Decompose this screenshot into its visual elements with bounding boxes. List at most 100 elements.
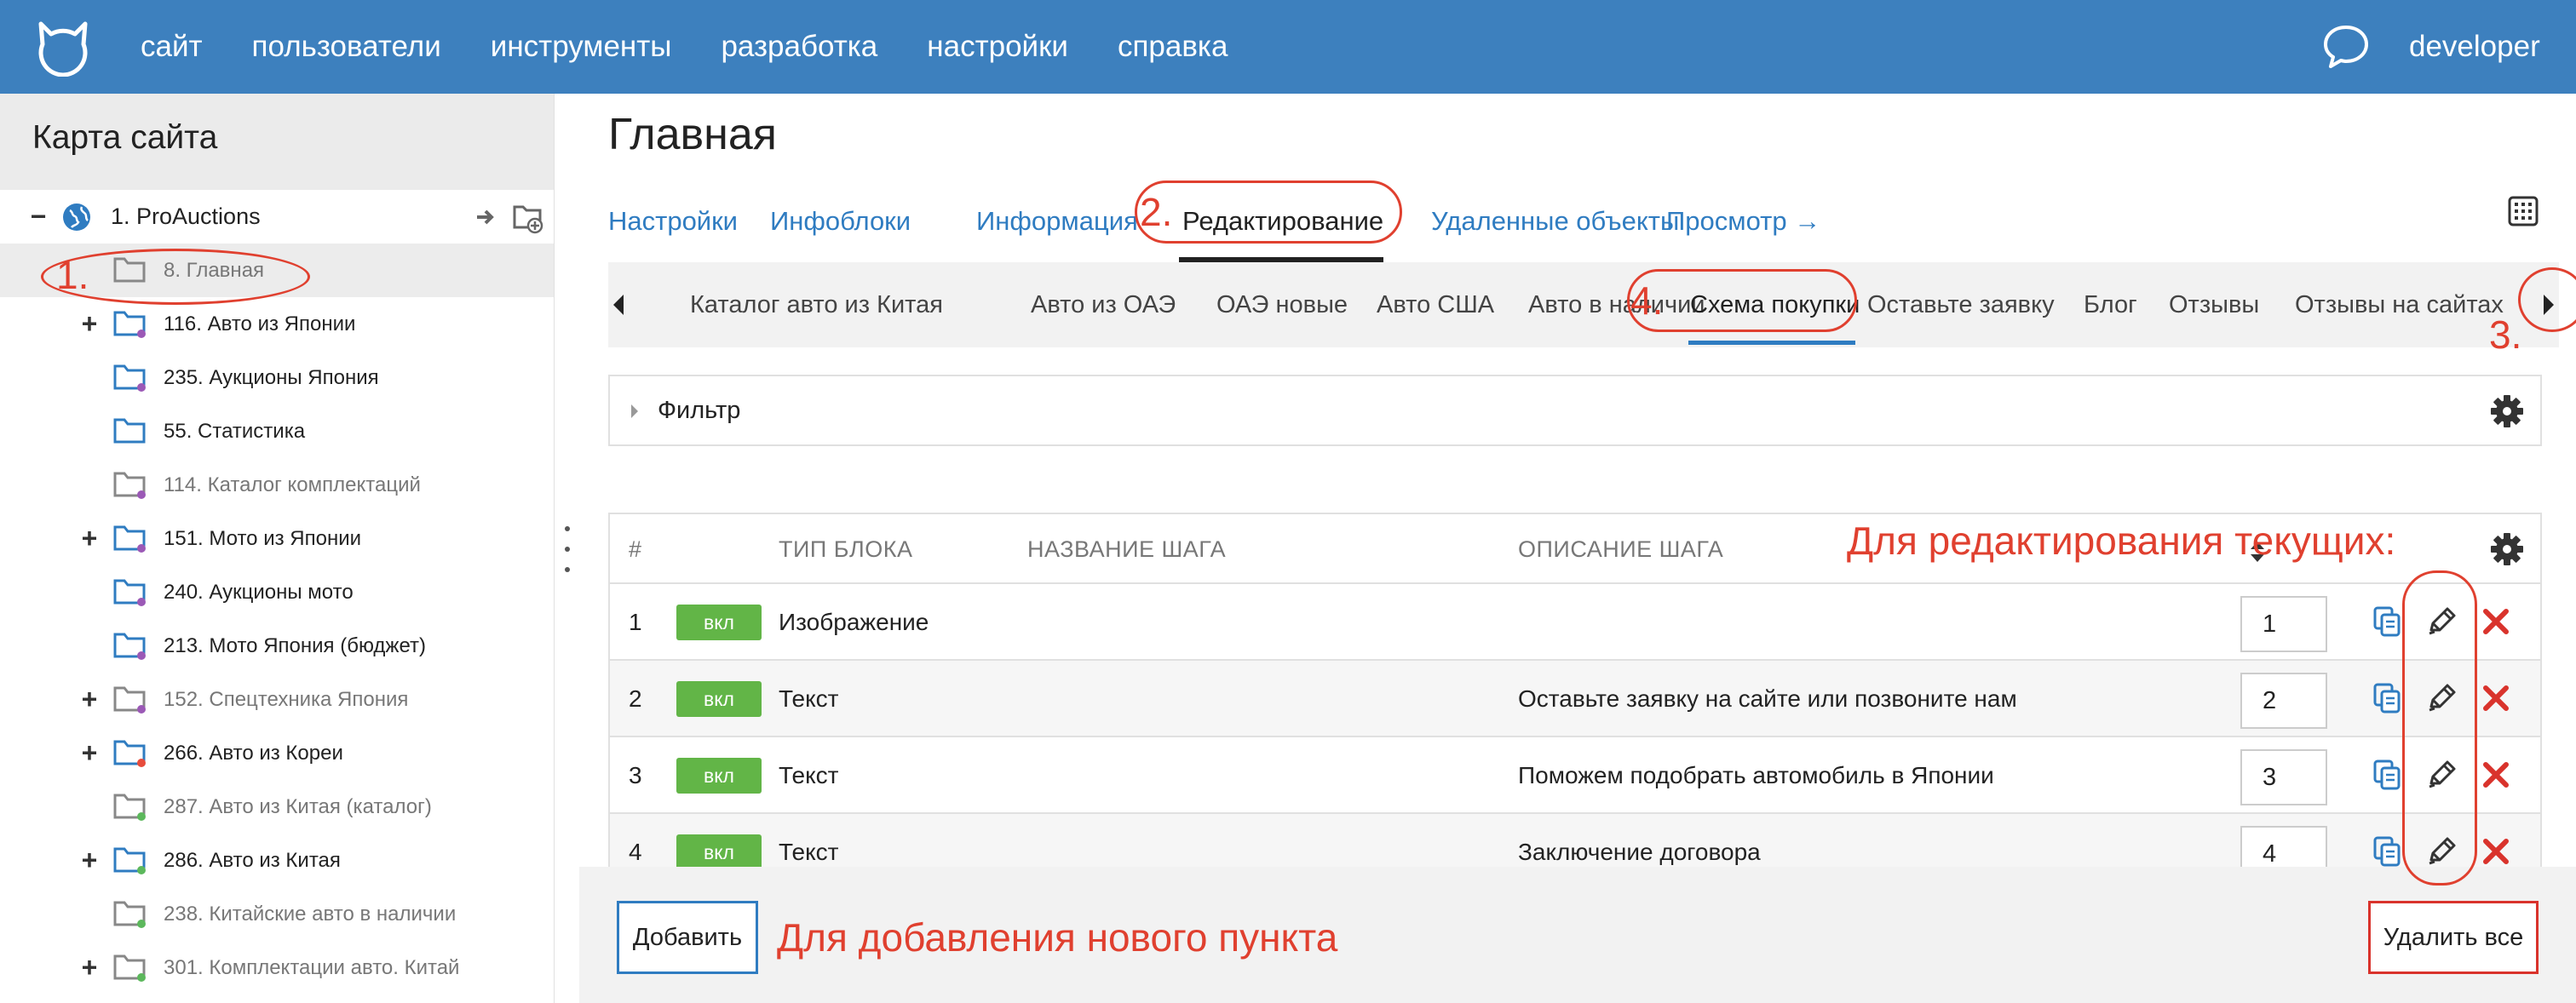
tab-deleted-objects[interactable]: Удаленные объекты [1431, 179, 1679, 264]
copy-icon[interactable] [2370, 605, 2404, 639]
folder-icon [113, 847, 146, 874]
tree-item[interactable]: 55. Статистика [0, 404, 554, 458]
sidebar-title: Карта сайта [32, 119, 218, 156]
filter-panel[interactable]: Фильтр [608, 375, 2542, 446]
logo-icon[interactable] [32, 15, 94, 77]
nav-development[interactable]: разработка [721, 30, 877, 64]
block-type: Текст [779, 762, 839, 788]
nav-site[interactable]: сайт [141, 30, 203, 64]
block-type: Изображение [779, 609, 929, 635]
tree-root[interactable]: − 1. ProAuctions [0, 190, 554, 244]
tree-item[interactable]: +286. Авто из Китая [0, 834, 554, 887]
enabled-badge[interactable]: вкл [676, 605, 762, 640]
status-dot [137, 651, 146, 660]
expand-toggle[interactable]: + [77, 834, 102, 887]
filter-label[interactable]: Фильтр [658, 376, 740, 444]
expand-toggle[interactable]: + [77, 297, 102, 351]
nav-help[interactable]: справка [1118, 30, 1228, 64]
copy-icon[interactable] [2370, 681, 2404, 715]
step-description: Поможем подобрать автомобиль в Японии [1518, 762, 1994, 788]
expand-toggle[interactable]: + [77, 512, 102, 565]
caret-right-icon[interactable] [629, 402, 641, 421]
subtab-uae[interactable]: Авто из ОАЭ [1031, 262, 1176, 347]
table-row: 2 вкл Текст Оставьте заявку на сайте или по… [610, 661, 2540, 737]
drag-handle-icon[interactable] [565, 524, 570, 575]
enabled-badge[interactable]: вкл [676, 758, 762, 794]
tree-item[interactable]: 114. Каталог комплектаций [0, 458, 554, 512]
tree-item-label: 286. Авто из Китая [164, 849, 341, 872]
folder-icon [113, 901, 146, 928]
collapse-toggle[interactable]: − [26, 190, 51, 244]
subtab-blog[interactable]: Блог [2084, 262, 2137, 347]
subtab-reviews[interactable]: Отзывы [2169, 262, 2259, 347]
subtab-uae-new[interactable]: ОАЭ новые [1216, 262, 1348, 347]
folder-icon [113, 472, 146, 499]
delete-all-button[interactable]: Удалить все [2368, 901, 2539, 974]
step-description: Оставьте заявку на сайте или позвоните н… [1518, 685, 2017, 712]
page-title: Главная [608, 110, 777, 159]
nav-tools[interactable]: инструменты [491, 30, 672, 64]
status-dot [137, 812, 146, 821]
subtab-site-reviews[interactable]: Отзывы на сайтах [2295, 262, 2504, 347]
row-number: 2 [629, 685, 642, 712]
tree-item[interactable]: 287. Авто из Китая (каталог) [0, 780, 554, 834]
subtab-leave-request[interactable]: Оставьте заявку [1867, 262, 2055, 347]
tree-item[interactable]: 213. Мото Япония (бюджет) [0, 619, 554, 673]
order-input[interactable]: 3 [2240, 749, 2327, 805]
row-number: 3 [629, 762, 642, 788]
subtab-china-catalog[interactable]: Каталог авто из Китая [690, 262, 943, 347]
tree-item[interactable]: 235. Аукционы Япония [0, 351, 554, 404]
folder-icon [113, 794, 146, 821]
expand-toggle[interactable]: + [77, 726, 102, 780]
tree-item[interactable]: +266. Авто из Кореи [0, 726, 554, 780]
subtab-usa[interactable]: Авто США [1377, 262, 1494, 347]
delete-x-icon[interactable] [2479, 758, 2513, 792]
add-button[interactable]: Добавить [617, 901, 758, 974]
sitemap-tree: − 1. ProAuctions 8. Главная +116. Авто из… [0, 190, 554, 994]
globe-icon [63, 203, 90, 231]
tree-item[interactable]: +301. Комплектации авто. Китай [0, 941, 554, 994]
active-subtab-indicator [1688, 341, 1855, 345]
tab-information[interactable]: Информация [976, 179, 1138, 264]
order-input[interactable]: 1 [2240, 596, 2327, 652]
tree-item-label: 114. Каталог комплектаций [164, 473, 421, 496]
delete-x-icon[interactable] [2479, 681, 2513, 715]
gear-icon[interactable] [2489, 393, 2525, 429]
tree-item[interactable]: 240. Аукционы мото [0, 565, 554, 619]
order-input[interactable]: 2 [2240, 673, 2327, 729]
subdivision-tabs: Каталог авто из Китая Авто из ОАЭ ОАЭ но… [608, 262, 2559, 347]
delete-x-icon[interactable] [2479, 605, 2513, 639]
enabled-badge[interactable]: вкл [676, 834, 762, 870]
nav-settings[interactable]: настройки [927, 30, 1068, 64]
nav-users[interactable]: пользователи [252, 30, 441, 64]
enabled-badge[interactable]: вкл [676, 681, 762, 717]
copy-icon[interactable] [2370, 834, 2404, 868]
sidebar-header: Карта сайта [0, 94, 554, 190]
delete-x-icon[interactable] [2479, 834, 2513, 868]
table-row: 3 вкл Текст Поможем подобрать автомобиль в … [610, 737, 2540, 814]
folder-icon [113, 311, 146, 338]
tab-infoblocks[interactable]: Инфоблоки [770, 179, 911, 264]
scroll-left-icon[interactable] [608, 288, 629, 322]
expand-toggle[interactable]: + [77, 941, 102, 994]
copy-icon[interactable] [2370, 758, 2404, 792]
expand-toggle[interactable]: + [77, 673, 102, 726]
tree-item[interactable]: +151. Мото из Японии [0, 512, 554, 565]
tree-item[interactable]: +116. Авто из Японии [0, 297, 554, 351]
tree-item[interactable]: 238. Китайские авто в наличии [0, 887, 554, 941]
sidebar-splitter[interactable] [554, 94, 579, 1003]
root-actions[interactable] [475, 200, 543, 234]
annotation-ring-2 [1135, 181, 1402, 244]
layout-grid-icon[interactable] [2508, 196, 2539, 226]
chat-icon[interactable] [2320, 20, 2372, 72]
tab-settings[interactable]: Настройки [608, 179, 738, 264]
tree-item-label: 287. Авто из Китая (каталог) [164, 795, 432, 818]
table-settings-gear-icon[interactable] [2489, 531, 2525, 567]
main-nav: сайт пользователи инструменты разработка… [141, 0, 1277, 94]
user-menu[interactable]: developer [2409, 0, 2540, 94]
tree-item[interactable]: +152. Спецтехника Япония [0, 673, 554, 726]
table-row: 1 вкл Изображение 1 [610, 584, 2540, 661]
tree-item-label: 116. Авто из Японии [164, 312, 356, 335]
tab-preview[interactable]: Просмотр → [1666, 179, 1820, 264]
folder-icon [113, 633, 146, 660]
